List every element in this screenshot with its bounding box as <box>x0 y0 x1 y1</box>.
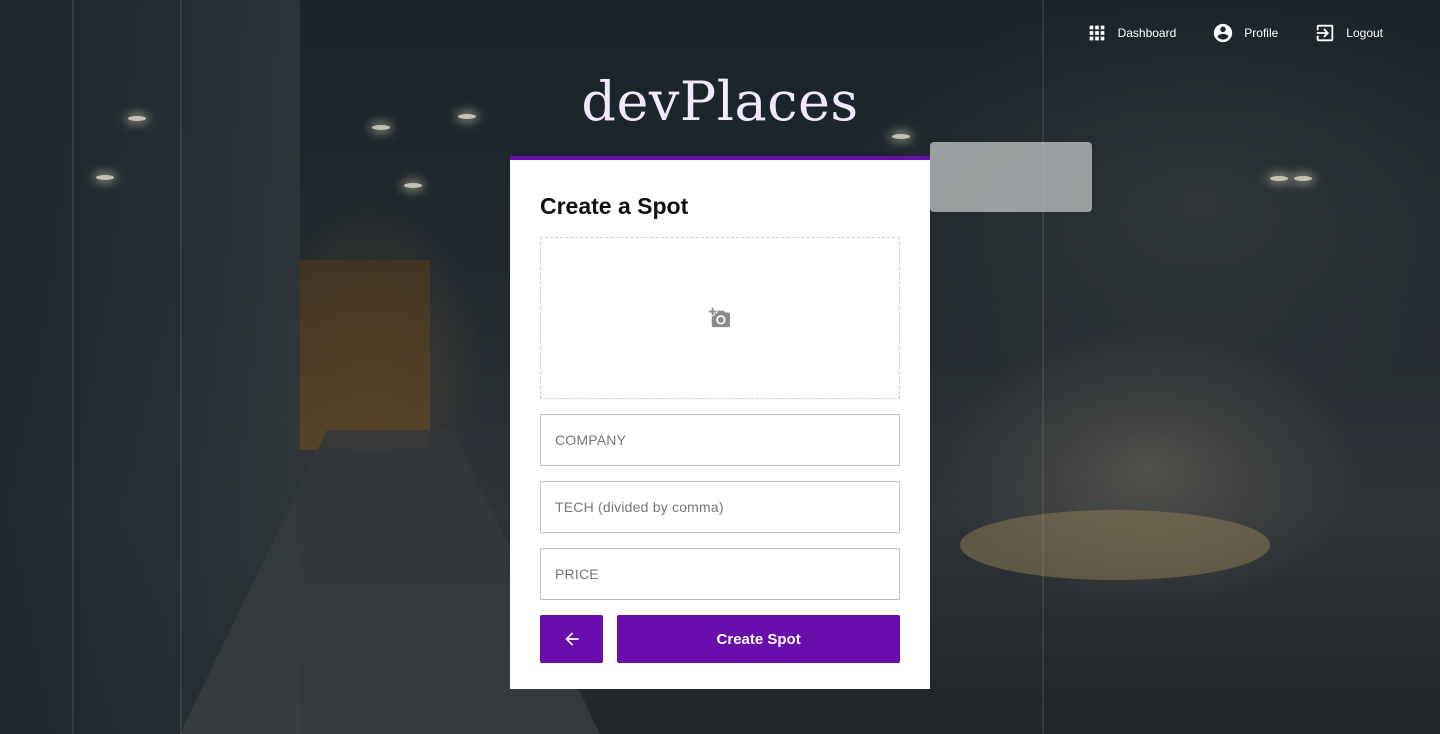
form-actions: Create Spot <box>540 615 900 663</box>
arrow-left-icon <box>564 632 579 646</box>
form-title: Create a Spot <box>540 193 689 219</box>
nav-logout[interactable]: Logout <box>1314 22 1383 44</box>
nav-dashboard[interactable]: Dashboard <box>1086 22 1177 44</box>
back-button[interactable] <box>540 615 604 663</box>
create-spot-card: Create a Spot Create Spot <box>510 156 930 689</box>
tech-input[interactable] <box>540 481 900 533</box>
exit-icon <box>1317 24 1334 42</box>
account-circle-icon <box>1214 23 1233 43</box>
apps-grid-icon <box>1089 25 1104 41</box>
company-input[interactable] <box>540 414 900 466</box>
nav-profile-label: Profile <box>1244 26 1279 40</box>
nav-profile[interactable]: Profile <box>1212 22 1278 44</box>
nav-logout-label: Logout <box>1346 26 1383 40</box>
thumbnail-upload[interactable] <box>540 237 900 399</box>
top-nav: Dashboard Profile Logout <box>1086 22 1383 44</box>
nav-dashboard-label: Dashboard <box>1117 26 1177 40</box>
create-spot-button[interactable]: Create Spot <box>617 615 900 663</box>
add-photo-icon <box>709 307 731 328</box>
app-logo: devPlaces <box>581 70 859 133</box>
price-input[interactable] <box>540 548 900 600</box>
